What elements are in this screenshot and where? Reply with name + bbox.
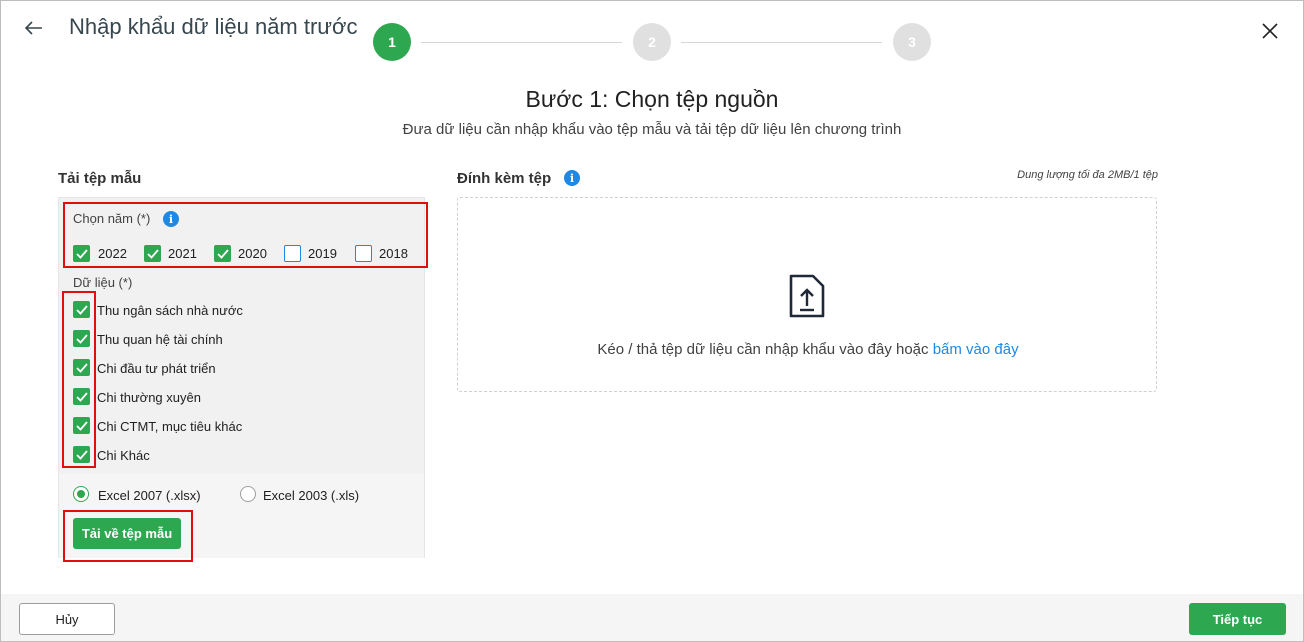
back-button[interactable] [22,16,46,40]
close-button[interactable] [1258,19,1282,43]
step-connector [681,42,882,43]
format-radio-xlsx[interactable] [73,486,89,502]
info-icon[interactable]: i [564,170,580,186]
template-heading: Tải tệp mẫu [58,170,142,187]
browse-link[interactable]: bấm vào đây [933,341,1019,358]
size-note: Dung lượng tối đa 2MB/1 tệp [1017,169,1158,181]
data-item-label[interactable]: Chi thường xuyên [97,390,201,405]
drop-text: Kéo / thả tệp dữ liệu cần nhập khẩu vào … [597,341,929,358]
file-upload-icon [789,274,825,318]
format-label-xlsx[interactable]: Excel 2007 (.xlsx) [98,488,201,503]
data-item-label[interactable]: Thu ngân sách nhà nước [97,303,243,318]
dialog-title: Nhập khẩu dữ liệu năm trước [69,14,358,39]
cancel-button[interactable]: Hủy [19,603,115,635]
close-icon [1262,23,1278,39]
format-radio-xls[interactable] [240,486,256,502]
year-highlight [63,202,428,268]
step-title: Bước 1: Chọn tệp nguồn [525,86,779,112]
step-2: 2 [633,23,671,61]
arrow-left-icon [25,21,42,35]
data-item-label[interactable]: Chi đầu tư phát triển [97,361,216,376]
data-label: Dữ liệu (*) [73,275,133,290]
stepper: 1 2 3 [373,23,933,61]
next-button[interactable]: Tiếp tục [1189,603,1286,635]
data-item-label[interactable]: Thu quan hệ tài chính [97,332,223,347]
download-highlight [63,510,193,562]
step-connector [421,42,622,43]
format-label-xls[interactable]: Excel 2003 (.xls) [263,488,359,503]
drop-instruction: Kéo / thả tệp dữ liệu cần nhập khẩu vào … [458,341,1158,358]
step-1: 1 [373,23,411,61]
dialog-footer [1,594,1303,641]
attach-heading: Đính kèm tệp [457,170,552,187]
data-item-label[interactable]: Chi Khác [97,448,150,463]
data-highlight [62,291,96,468]
step-3: 3 [893,23,931,61]
step-subtitle: Đưa dữ liệu cần nhập khẩu vào tệp mẫu và… [402,121,902,138]
data-item-label[interactable]: Chi CTMT, mục tiêu khác [97,419,242,434]
file-dropzone[interactable]: Kéo / thả tệp dữ liệu cần nhập khẩu vào … [457,197,1157,392]
